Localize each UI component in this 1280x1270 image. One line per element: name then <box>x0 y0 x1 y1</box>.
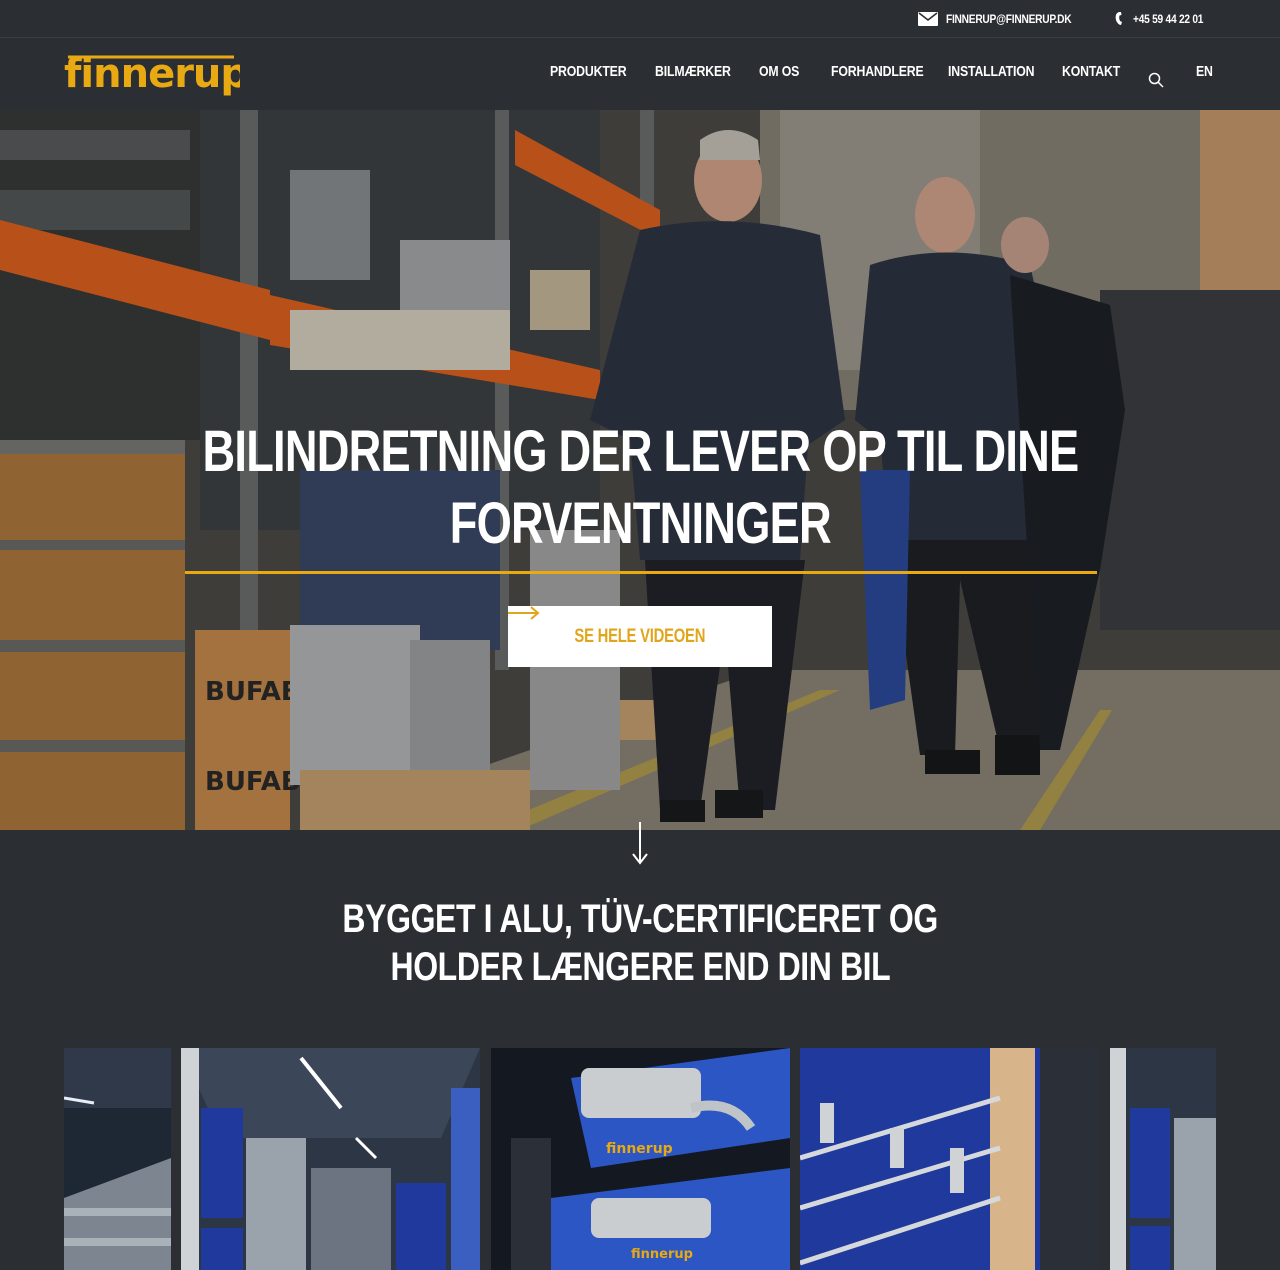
arrow-down-icon[interactable] <box>630 822 650 866</box>
nav-item-bilmaerker[interactable]: BILMÆRKER <box>655 63 747 81</box>
hero-video: BUFAB BUFAB BILINDRETNING DER LEVER OP T… <box>0 110 1280 830</box>
nav-link-bilmaerker[interactable]: BILMÆRKER <box>655 63 731 80</box>
gallery-brand-2: finnerup <box>631 1247 693 1262</box>
hero-divider <box>185 571 1097 574</box>
gallery-image-1[interactable] <box>64 1048 171 1270</box>
section-title-line1: BYGGET I ALU, TÜV-CERTIFICERET OG <box>342 897 938 941</box>
nav-link-om-os[interactable]: OM OS <box>759 63 799 80</box>
phone-link[interactable]: +45 59 44 22 01 <box>1115 11 1216 26</box>
search-icon[interactable] <box>1148 72 1164 88</box>
nav-item-installation[interactable]: INSTALLATION <box>948 63 1053 81</box>
section-title: BYGGET I ALU, TÜV-CERTIFICERET OG HOLDER… <box>0 895 1280 991</box>
nav-item-kontakt[interactable]: KONTAKT <box>1062 63 1133 81</box>
hero-title-line1: BILINDRETNING DER LEVER OP TIL DINE <box>202 419 1079 484</box>
watch-video-button[interactable]: SE HELE VIDEOEN <box>508 606 772 667</box>
gallery-image-3[interactable]: finnerup finnerup <box>491 1048 790 1270</box>
phone-icon <box>1116 12 1123 25</box>
nav-link-forhandlere[interactable]: FORHANDLERE <box>831 63 924 80</box>
language-switch[interactable]: EN <box>1196 63 1216 81</box>
language-link[interactable]: EN <box>1196 63 1213 80</box>
gallery-brand-1: finnerup <box>606 1141 673 1157</box>
nav-item-produkter[interactable]: PRODUKTER <box>550 63 643 81</box>
email-link[interactable]: FINNERUP@FINNERUP.DK <box>917 11 1094 26</box>
hero-title: BILINDRETNING DER LEVER OP TIL DINE FORV… <box>0 416 1280 560</box>
watch-video-label: SE HELE VIDEOEN <box>574 625 706 647</box>
gallery-image-2[interactable] <box>181 1048 480 1270</box>
hero-title-line2: FORVENTNINGER <box>449 491 831 556</box>
section-title-line2: HOLDER LÆNGERE END DIN BIL <box>390 945 890 989</box>
nav-item-om-os[interactable]: OM OS <box>759 63 808 81</box>
nav-link-installation[interactable]: INSTALLATION <box>948 63 1035 80</box>
main-nav: PRODUKTER BILMÆRKER OM OS FORHANDLERE IN… <box>0 39 1280 110</box>
main-header: finnerup PRODUKTER BILMÆRKER OM OS FORHA… <box>0 39 1280 110</box>
arrow-right-icon <box>508 606 540 620</box>
gallery-image-5[interactable] <box>1110 1048 1216 1270</box>
nav-item-forhandlere[interactable]: FORHANDLERE <box>831 63 944 81</box>
nav-link-produkter[interactable]: PRODUKTER <box>550 63 627 80</box>
product-gallery: finnerup finnerup <box>64 1048 1216 1270</box>
phone-text: +45 59 44 22 01 <box>1133 11 1204 26</box>
email-text: FINNERUP@FINNERUP.DK <box>945 11 1072 26</box>
top-bar: FINNERUP@FINNERUP.DK +45 59 44 22 01 <box>0 0 1280 38</box>
nav-link-kontakt[interactable]: KONTAKT <box>1062 63 1120 80</box>
mail-icon <box>917 11 938 26</box>
gallery-image-4[interactable] <box>800 1048 1099 1270</box>
